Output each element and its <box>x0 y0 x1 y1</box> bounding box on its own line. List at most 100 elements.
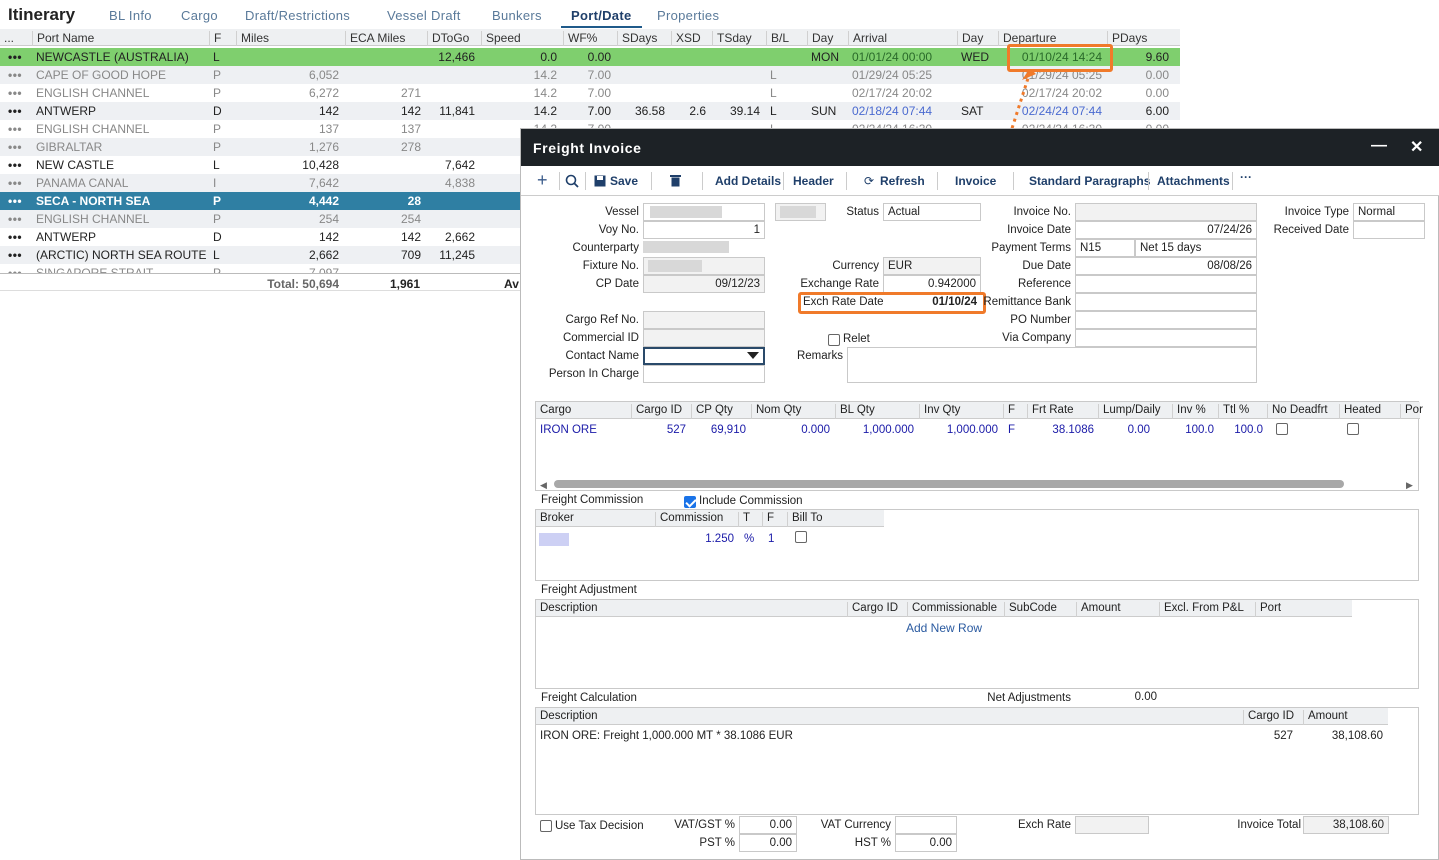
lump-daily-cell[interactable]: 0.00 <box>1098 424 1150 436</box>
fixture-field[interactable] <box>643 257 765 275</box>
invoice-total-field[interactable]: 38,108.60 <box>1303 816 1389 834</box>
reference-field[interactable] <box>1075 275 1257 293</box>
tab-port-date[interactable]: Port/Date <box>561 8 642 28</box>
standard-paragraphs-button[interactable]: Standard Paragraphs <box>1029 174 1150 188</box>
close-icon[interactable]: ✕ <box>1410 137 1424 157</box>
tab-bunkers[interactable]: Bunkers <box>492 8 542 23</box>
col-cargo[interactable]: Cargo <box>536 404 571 419</box>
col-subcode[interactable]: SubCode <box>1004 602 1057 617</box>
row-menu-icon[interactable]: ••• <box>8 212 28 226</box>
row-menu-icon[interactable]: ••• <box>8 248 28 262</box>
save-button[interactable]: Save <box>610 174 638 188</box>
commission-cell[interactable]: 1.250 <box>666 533 734 545</box>
col-f-comm[interactable]: F <box>762 512 774 527</box>
f-comm-cell[interactable]: 1 <box>768 533 774 545</box>
col-lump-daily[interactable]: Lump/Daily <box>1098 404 1161 419</box>
tab-vessel-draft[interactable]: Vessel Draft <box>387 8 461 23</box>
col-bl-qty[interactable]: BL Qty <box>835 404 875 419</box>
vat-currency-field[interactable] <box>895 816 957 834</box>
row-menu-icon[interactable]: ••• <box>8 158 28 172</box>
invoice-no-field[interactable] <box>1075 203 1257 221</box>
col-heated[interactable]: Heated <box>1339 404 1381 419</box>
col-speed[interactable]: Speed <box>481 31 521 46</box>
remittance-bank-field[interactable] <box>1075 293 1257 311</box>
col-adj-cargo-id[interactable]: Cargo ID <box>847 602 898 617</box>
row-menu-icon[interactable]: ••• <box>8 86 28 100</box>
col-wf[interactable]: WF% <box>563 31 597 46</box>
itinerary-row[interactable]: ••• NEWCASTLE (AUSTRALIA) L 12,466 0.0 0.00 MO… <box>0 48 1180 66</box>
col-calc-amount[interactable]: Amount <box>1303 710 1348 725</box>
col-xsd[interactable]: XSD <box>671 31 701 46</box>
row-menu-icon[interactable]: ••• <box>8 50 28 64</box>
due-date-field[interactable]: 08/08/26 <box>1075 257 1257 275</box>
vat-gst-field[interactable]: 0.00 <box>739 816 797 834</box>
col-f-cargo[interactable]: F <box>1003 404 1015 419</box>
row-menu-icon[interactable]: ••• <box>8 194 28 208</box>
row-menu-icon[interactable]: ••• <box>8 230 28 244</box>
col-excl-pl[interactable]: Excl. From P&L <box>1159 602 1244 617</box>
tab-cargo[interactable]: Cargo <box>181 8 218 23</box>
col-ttl-pct[interactable]: Ttl % <box>1218 404 1249 419</box>
col-sdays[interactable]: SDays <box>617 31 657 46</box>
add-new-row-link[interactable]: Add New Row <box>906 621 982 635</box>
col-cargo-id[interactable]: Cargo ID <box>631 404 682 419</box>
col-inv-qty[interactable]: Inv Qty <box>919 404 960 419</box>
bill-to-checkbox[interactable] <box>795 531 807 543</box>
col-cp-qty[interactable]: CP Qty <box>691 404 733 419</box>
payment-terms-code[interactable]: N15 <box>1075 239 1135 257</box>
trash-icon[interactable] <box>670 174 681 187</box>
col-commissionable[interactable]: Commissionable <box>907 602 997 617</box>
add-details-button[interactable]: Add Details <box>715 174 781 188</box>
attachments-button[interactable]: Attachments <box>1157 174 1230 188</box>
cargo-id-cell[interactable]: 527 <box>636 424 686 436</box>
status-field[interactable]: Actual <box>883 203 981 221</box>
refresh-button[interactable]: Refresh <box>880 174 925 188</box>
vessel-code-field[interactable] <box>775 203 826 221</box>
invoice-date-field[interactable]: 07/24/26 <box>1075 221 1257 239</box>
frt-rate-cell[interactable]: 38.1086 <box>1028 424 1094 436</box>
col-no-deadfrt[interactable]: No Deadfrt <box>1267 404 1328 419</box>
horizontal-scrollbar[interactable] <box>554 480 1344 488</box>
col-commission[interactable]: Commission <box>655 512 723 527</box>
col-frt-rate[interactable]: Frt Rate <box>1027 404 1074 419</box>
col-inv-pct[interactable]: Inv % <box>1172 404 1206 419</box>
heated-checkbox[interactable] <box>1347 423 1359 435</box>
invoice-type-field[interactable]: Normal <box>1353 203 1425 221</box>
row-menu-icon[interactable]: ••• <box>8 104 28 118</box>
col-broker[interactable]: Broker <box>536 512 574 527</box>
po-number-field[interactable] <box>1075 311 1257 329</box>
col-calc-description[interactable]: Description <box>536 710 598 725</box>
exchange-rate-field[interactable]: 0.942000 <box>883 275 981 293</box>
ttl-pct-cell[interactable]: 100.0 <box>1218 424 1263 436</box>
no-deadfrt-checkbox[interactable] <box>1276 423 1288 435</box>
minimize-icon[interactable]: — <box>1371 137 1388 155</box>
col-adj-description[interactable]: Description <box>536 602 598 617</box>
net-adjustments-field[interactable]: 0.00 <box>1075 689 1161 707</box>
person-in-charge-field[interactable] <box>643 365 765 383</box>
col-miles[interactable]: Miles <box>236 31 269 46</box>
via-company-field[interactable] <box>1075 329 1257 347</box>
voy-field[interactable]: 1 <box>643 221 765 239</box>
col-tsday[interactable]: TSday <box>712 31 752 46</box>
calc-cargo-id-cell[interactable]: 527 <box>1243 730 1293 742</box>
col-adj-port[interactable]: Port <box>1255 602 1281 617</box>
hst-field[interactable]: 0.00 <box>895 834 957 852</box>
tab-properties[interactable]: Properties <box>657 8 719 23</box>
row-menu-icon[interactable]: ••• <box>8 176 28 190</box>
scroll-left-icon[interactable]: ◀ <box>540 480 547 491</box>
col-port[interactable]: Por <box>1400 404 1423 419</box>
col-t[interactable]: T <box>738 512 750 527</box>
tab-bl-info[interactable]: BL Info <box>109 8 152 23</box>
cp-date-field[interactable]: 09/12/23 <box>643 275 765 293</box>
cp-qty-cell[interactable]: 69,910 <box>686 424 746 436</box>
remarks-field[interactable] <box>847 347 1257 383</box>
commercial-id-field[interactable] <box>643 329 765 347</box>
vessel-field[interactable] <box>643 203 765 221</box>
inv-qty-cell[interactable]: 1,000.000 <box>920 424 998 436</box>
col-pdays[interactable]: PDays <box>1107 31 1147 46</box>
row-menu-icon[interactable]: ••• <box>8 140 28 154</box>
col-day2[interactable]: Day <box>957 31 983 46</box>
inv-pct-cell[interactable]: 100.0 <box>1172 424 1214 436</box>
contact-name-select[interactable] <box>643 347 765 365</box>
tab-draft-restrictions[interactable]: Draft/Restrictions <box>245 8 350 23</box>
